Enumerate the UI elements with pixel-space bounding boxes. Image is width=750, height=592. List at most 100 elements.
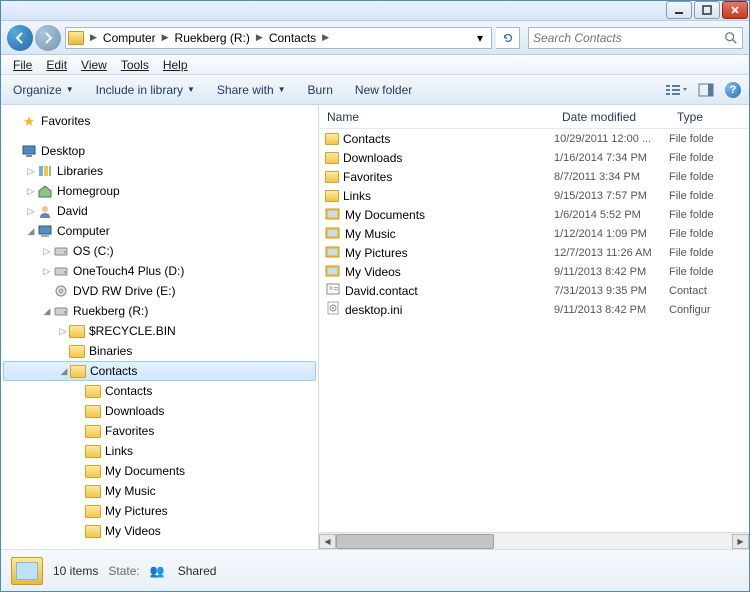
- chevron-right-icon[interactable]: ▶: [320, 32, 331, 43]
- lib-icon: [37, 164, 53, 178]
- tree-item[interactable]: ▷Homegroup: [1, 181, 318, 201]
- file-row[interactable]: My Videos9/11/2013 8:42 PMFile folde: [319, 262, 749, 281]
- expander-icon[interactable]: ▷: [57, 326, 69, 337]
- column-date[interactable]: Date modified: [554, 110, 669, 124]
- file-row[interactable]: Favorites8/7/2011 3:34 PMFile folde: [319, 167, 749, 186]
- tree-item[interactable]: DVD RW Drive (E:): [1, 281, 318, 301]
- drive-icon: [53, 244, 69, 258]
- back-button[interactable]: [7, 25, 33, 51]
- maximize-button[interactable]: [694, 1, 720, 19]
- close-button[interactable]: [722, 1, 748, 19]
- file-row[interactable]: Downloads1/16/2014 7:34 PMFile folde: [319, 148, 749, 167]
- tree-item[interactable]: My Documents: [1, 461, 318, 481]
- tree-item[interactable]: ▷OS (C:): [1, 241, 318, 261]
- tree-item[interactable]: Binaries: [1, 341, 318, 361]
- chevron-right-icon[interactable]: ▶: [160, 32, 171, 43]
- breadcrumb-folder[interactable]: Contacts: [265, 28, 320, 48]
- expander-icon[interactable]: ◢: [25, 226, 37, 237]
- scroll-thumb[interactable]: [336, 534, 494, 549]
- organize-button[interactable]: Organize▼: [9, 80, 78, 100]
- menu-view[interactable]: View: [75, 56, 113, 74]
- tree-item[interactable]: Desktop: [1, 141, 318, 161]
- tree-item[interactable]: Links: [1, 441, 318, 461]
- contact-icon: [325, 282, 341, 299]
- tree-item[interactable]: ◢Contacts: [3, 361, 316, 381]
- expander-icon[interactable]: ▷: [25, 166, 37, 177]
- file-date: 10/29/2011 12:00 ...: [554, 133, 669, 145]
- state-label: State:: [108, 564, 139, 578]
- tree-item[interactable]: My Music: [1, 481, 318, 501]
- chevron-right-icon[interactable]: ▶: [254, 32, 265, 43]
- tree-item[interactable]: My Pictures: [1, 501, 318, 521]
- tree-item[interactable]: ◢Computer: [1, 221, 318, 241]
- address-dropdown[interactable]: ▾: [471, 31, 489, 45]
- tree-item[interactable]: ◢Ruekberg (R:): [1, 301, 318, 321]
- breadcrumb-computer[interactable]: Computer: [99, 28, 160, 48]
- column-type[interactable]: Type: [669, 110, 749, 124]
- menu-file[interactable]: File: [7, 56, 38, 74]
- forward-button[interactable]: [35, 25, 61, 51]
- tree-item[interactable]: ▷David: [1, 201, 318, 221]
- file-date: 7/31/2013 9:35 PM: [554, 285, 669, 297]
- tree-item[interactable]: ▷OneTouch4 Plus (D:): [1, 261, 318, 281]
- expander-icon[interactable]: ▷: [41, 246, 53, 257]
- view-mode-button[interactable]: [665, 80, 687, 100]
- folder-thumbnail-icon: [11, 557, 43, 585]
- scroll-left-button[interactable]: ◀: [319, 534, 336, 549]
- include-library-button[interactable]: Include in library▼: [92, 80, 199, 100]
- file-type: File folde: [669, 171, 749, 183]
- share-with-button[interactable]: Share with▼: [213, 80, 290, 100]
- folder-icon: [69, 324, 85, 338]
- column-name[interactable]: Name: [319, 110, 554, 124]
- libfolder-icon: [325, 263, 341, 280]
- tree-item[interactable]: ★Favorites: [1, 111, 318, 131]
- drive-icon: [53, 304, 69, 318]
- burn-button[interactable]: Burn: [304, 80, 337, 100]
- tree-item[interactable]: ▷ $RECYCLE.BIN: [1, 321, 318, 341]
- help-button[interactable]: ?: [725, 82, 741, 98]
- horizontal-scrollbar[interactable]: ◀ ▶: [319, 532, 749, 549]
- tree-item[interactable]: My Videos: [1, 521, 318, 541]
- command-bar: Organize▼ Include in library▼ Share with…: [1, 75, 749, 105]
- expander-icon[interactable]: ▷: [25, 206, 37, 217]
- file-name: Contacts: [343, 132, 390, 146]
- menu-help[interactable]: Help: [157, 56, 194, 74]
- file-row[interactable]: Links9/15/2013 7:57 PMFile folde: [319, 186, 749, 205]
- address-bar[interactable]: ▶ Computer ▶ Ruekberg (R:) ▶ Contacts ▶ …: [65, 27, 492, 49]
- scroll-right-button[interactable]: ▶: [732, 534, 749, 549]
- menu-tools[interactable]: Tools: [115, 56, 155, 74]
- file-row[interactable]: My Music1/12/2014 1:09 PMFile folde: [319, 224, 749, 243]
- file-list[interactable]: Contacts 10/29/2011 12:00 ... File folde Do…: [319, 129, 749, 532]
- tree-item[interactable]: Contacts: [1, 381, 318, 401]
- shared-icon: [150, 564, 168, 578]
- tree-item[interactable]: ▷ Libraries: [1, 161, 318, 181]
- file-row[interactable]: My Documents1/6/2014 5:52 PMFile folde: [319, 205, 749, 224]
- tree-item-label: Binaries: [89, 344, 132, 358]
- file-date: 9/11/2013 8:42 PM: [554, 266, 669, 278]
- file-row[interactable]: desktop.ini9/11/2013 8:42 PMConfigur: [319, 300, 749, 319]
- folder-icon: [85, 444, 101, 458]
- refresh-button[interactable]: [496, 27, 520, 49]
- navigation-tree[interactable]: ★Favorites Desktop ▷ Libraries ▷Homegroup▷Da…: [1, 105, 319, 549]
- new-folder-button[interactable]: New folder: [351, 80, 416, 100]
- expander-icon[interactable]: ▷: [41, 266, 53, 277]
- breadcrumb-drive[interactable]: Ruekberg (R:): [171, 28, 254, 48]
- file-row[interactable]: My Pictures12/7/2013 11:26 AMFile folde: [319, 243, 749, 262]
- preview-pane-button[interactable]: [695, 80, 717, 100]
- expander-icon[interactable]: ◢: [41, 306, 53, 317]
- expander-icon[interactable]: ▷: [25, 186, 37, 197]
- file-row[interactable]: Contacts10/29/2011 12:00 ...File folde: [319, 129, 749, 148]
- file-date: 8/7/2011 3:34 PM: [554, 171, 669, 183]
- chevron-right-icon[interactable]: ▶: [88, 32, 99, 43]
- expander-icon[interactable]: ◢: [58, 366, 70, 377]
- menu-edit[interactable]: Edit: [40, 56, 73, 74]
- tree-item-label: Libraries: [57, 164, 103, 178]
- search-input[interactable]: [533, 31, 724, 45]
- minimize-button[interactable]: [666, 1, 692, 19]
- tree-item-label: My Music: [105, 484, 156, 498]
- tree-item[interactable]: Downloads: [1, 401, 318, 421]
- search-box[interactable]: [528, 27, 743, 49]
- file-row[interactable]: David.contact7/31/2013 9:35 PMContact: [319, 281, 749, 300]
- tree-item-label: $RECYCLE.BIN: [89, 324, 176, 338]
- tree-item[interactable]: Favorites: [1, 421, 318, 441]
